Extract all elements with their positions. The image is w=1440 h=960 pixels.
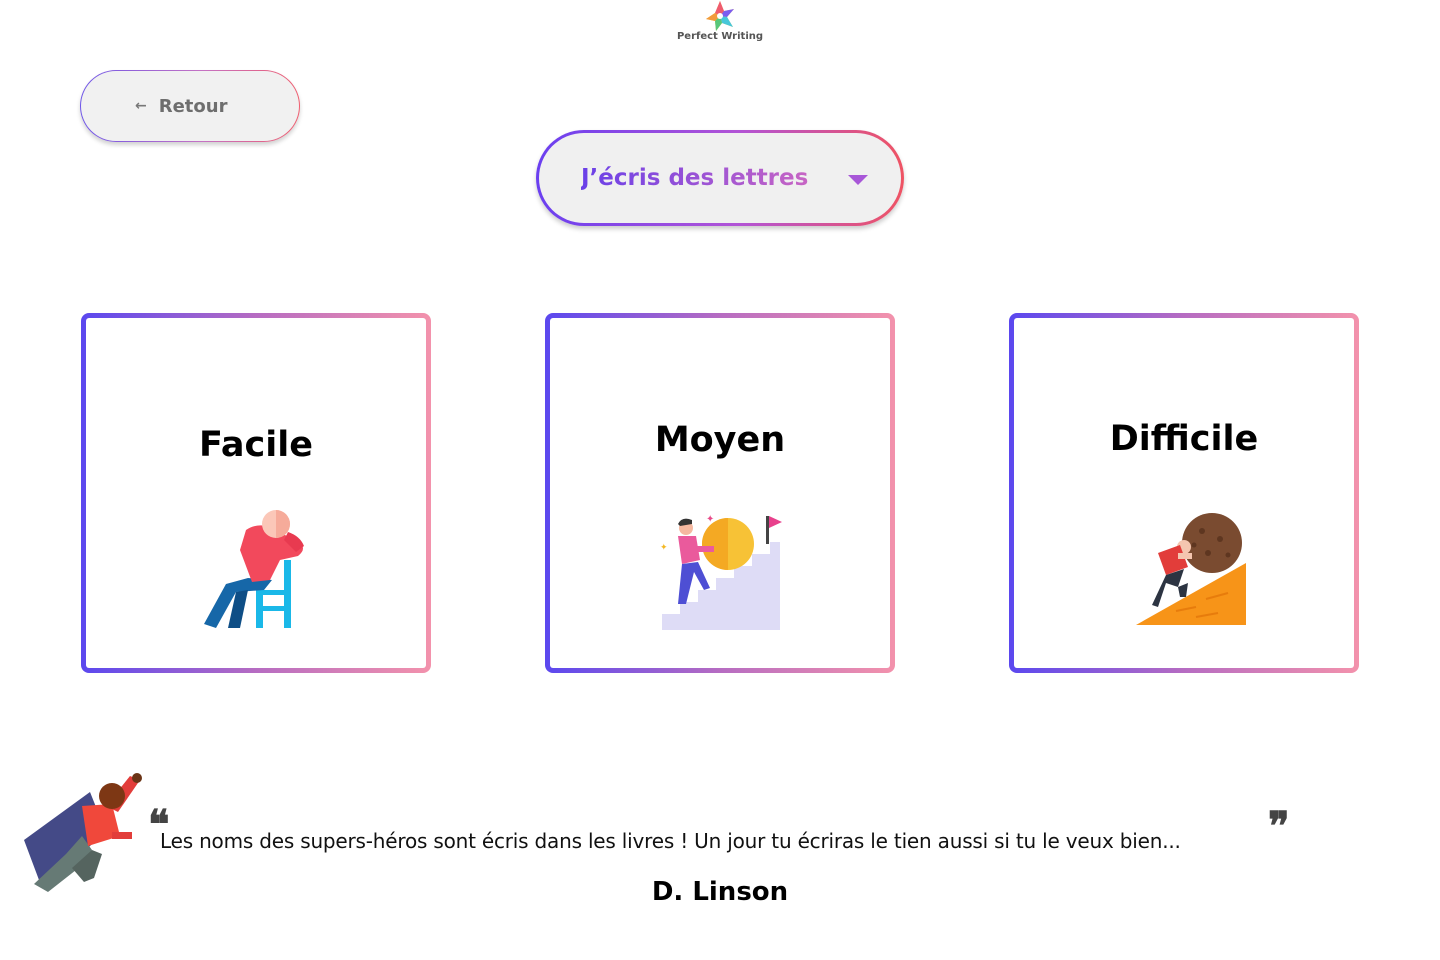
- level-card-title: Moyen: [654, 420, 786, 460]
- level-card-moyen[interactable]: Moyen ✦ ✦: [545, 313, 895, 673]
- level-card-title: Difficile: [1109, 419, 1259, 459]
- page: Perfect Writing ← Retour J’écris des let…: [0, 0, 1440, 960]
- category-dropdown-body[interactable]: J’écris des lettres: [539, 133, 901, 223]
- logo[interactable]: Perfect Writing: [676, 0, 764, 48]
- quote-author: D. Linson: [651, 877, 789, 907]
- level-card-title: Facile: [199, 425, 313, 465]
- level-card-body[interactable]: Difficile: [1014, 318, 1354, 668]
- svg-text:✦: ✦: [660, 543, 668, 553]
- level-card-body[interactable]: Facile: [86, 318, 426, 668]
- svg-text:✦: ✦: [706, 514, 714, 525]
- back-button-body[interactable]: ← Retour: [81, 71, 299, 141]
- quote-text: Les noms des supers-héros sont écris dan…: [160, 829, 1181, 853]
- level-card-facile[interactable]: Facile: [81, 313, 431, 673]
- climbing-stairs-person-icon: ✦ ✦: [660, 514, 782, 630]
- back-button-label: Retour: [158, 95, 228, 117]
- quote-close-icon: ❞: [1268, 803, 1290, 850]
- logo-text: Perfect Writing: [676, 31, 764, 42]
- back-button[interactable]: ← Retour: [80, 70, 300, 142]
- relaxed-chair-person-icon: [204, 510, 304, 628]
- category-dropdown-label: J’écris des lettres: [581, 165, 809, 191]
- pushing-boulder-person-icon: [1136, 513, 1246, 625]
- arrow-left-icon: ←: [135, 98, 147, 114]
- level-card-body[interactable]: Moyen ✦ ✦: [550, 318, 890, 668]
- caret-down-icon: [848, 175, 868, 185]
- category-dropdown[interactable]: J’écris des lettres: [536, 130, 904, 226]
- star-logo-icon: [706, 1, 734, 31]
- level-card-difficile[interactable]: Difficile: [1009, 313, 1359, 673]
